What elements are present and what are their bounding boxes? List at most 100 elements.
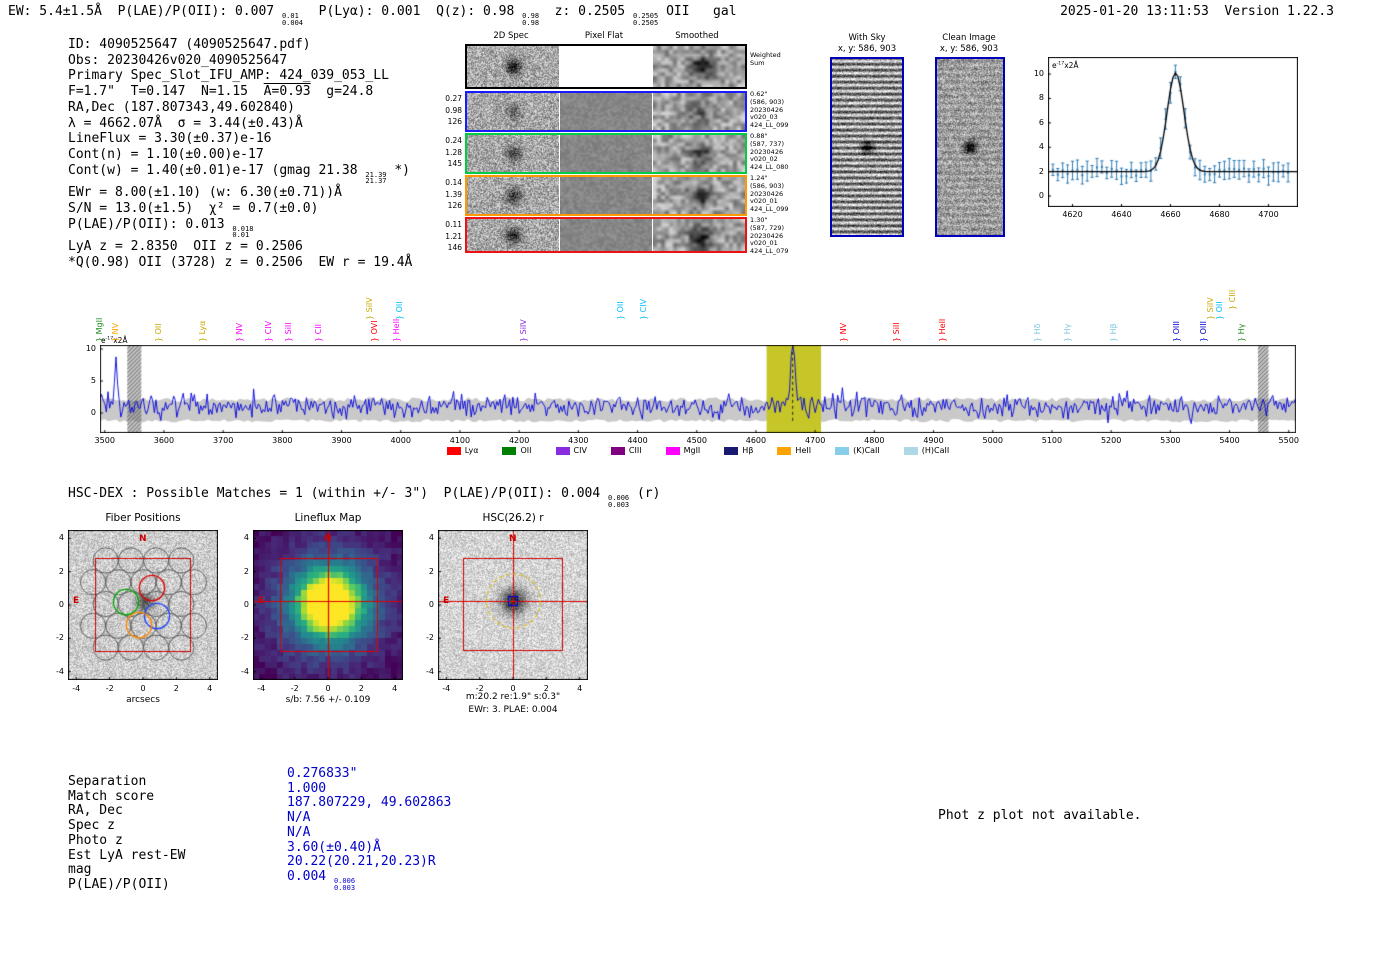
emission-line-label: } CII [314,324,324,342]
lineflux-ytick: -2 [241,633,249,643]
cutout-spec-image [467,177,559,214]
emission-line-label: } NV [839,322,849,342]
info-line: EWr = 8.00(±1.10) (w: 6.30(±0.71))Å [68,185,342,201]
spectrum-xtick: 4500 [686,436,707,445]
info-line: LineFlux = 3.30(±0.37)e-16 [68,131,272,147]
cutout-smooth-image [653,135,745,172]
legend-label: OII [520,446,532,455]
match-label: Photo z [68,832,123,848]
hsc-xtick: 4 [577,684,583,693]
fiber-ytick: 4 [58,533,64,543]
hsc-xtick: 0 [510,684,516,693]
emission-line-label: } Hδ [1033,323,1043,342]
legend-label: Lyα [464,446,479,455]
match-value: 0.276833" [287,766,358,781]
lineflux-ytick: 4 [243,533,249,543]
stacked-value: 0.2505 0.2505 [632,12,659,27]
legend-item: (H)CaII [903,446,949,455]
fit-xtick: 4620 [1062,210,1083,219]
fiber-north-label: N [139,534,147,544]
spectrum-ytick: 0 [90,408,96,417]
spectrum-xtick: 4800 [864,436,885,445]
fit-xtick: 4700 [1258,210,1279,219]
stacked-value: 0.98 0.98 [522,12,540,27]
spectrum-xtick: 3900 [331,436,352,445]
match-value: 1.000 [287,780,327,796]
spectrum-xtick: 5400 [1219,436,1240,445]
phot-z-note: Phot z plot not available. [938,808,1142,823]
lineflux-ytick: 2 [243,566,249,576]
fit-ytick: 2 [1038,166,1044,176]
emission-line-label: } OIII [1198,320,1208,342]
info-line: Obs: 20230426v020_4090525647 [68,52,288,68]
fit-ytick: 10 [1033,69,1044,79]
cutout-info: 1.30" (587, 729) 20230426 v020_01 424_LL… [750,216,789,256]
emission-line-label: } CIV [264,320,273,342]
match-value: 3.60(±0.40)Å [287,839,381,855]
spectrum-ytick: 10 [85,344,96,353]
spectrum-xtick: 4600 [745,436,767,445]
info-line: S/N = 13.0(±1.5) χ² = 0.7(±0.0) [68,200,319,216]
legend-item: Hβ [724,446,753,455]
spectrum-xtick: 5500 [1278,436,1299,445]
info-line: P(LAE)/P(OII): 0.013 0.018 0.01 [68,216,254,240]
lineflux-xtick: 4 [392,684,398,693]
hsc-east-label: E [443,596,450,606]
legend-swatch [665,446,680,455]
cutout-spec-image [467,93,559,130]
stacked-value: 0.018 0.01 [232,224,254,240]
spectrum-xtick: 3600 [153,436,175,445]
emission-line-label: } CIV [638,298,648,320]
match-label: mag [68,862,92,878]
match-value: 187.807229, 49.602863 [287,795,452,811]
spectrum-ytick: 5 [90,376,96,385]
fit-xtick: 4640 [1111,210,1132,219]
spectrum-xtick: 3700 [212,436,234,445]
cutout-col-header: 2D Spec [493,31,529,41]
fit-ytick: 6 [1038,117,1044,127]
cutout-smooth-image [653,93,745,130]
fiber-ytick: 2 [58,566,64,576]
emission-line-label: } MgII [94,317,104,342]
fit-xtick: 4680 [1209,210,1230,219]
lineflux-caption: s/b: 7.56 +/- 0.109 [285,695,371,705]
line-fit-plot [1048,57,1298,207]
match-label: Match score [68,788,155,804]
stacked-value: 21.39 21.37 [365,170,387,186]
cutout-info: 1.24" (586, 903) 20230426 v020_01 424_LL… [750,174,789,214]
hsc-caption-2: EWr: 3. PLAE: 0.004 [468,705,558,715]
fiber-ytick: -4 [56,666,64,676]
hsc-ytick: 0 [428,600,434,609]
cutout-spec-image [467,135,559,172]
emission-line-label: } NV [235,322,244,342]
with-sky-image [832,59,902,235]
spectrum-xtick: 4900 [923,436,944,445]
stacked-value: 0.006 0.003 [608,494,630,509]
lineflux-east-label: E [258,596,265,606]
match-label: Spec z [68,818,115,834]
info-line: Primary Spec_Slot_IFU_AMP: 424_039_053_L… [68,68,389,84]
timestamp-version: 2025-01-20 13:11:53 Version 1.22.3 [1060,4,1334,19]
spectrum-xtick: 4400 [627,436,648,445]
cutout-spec-image [467,219,559,251]
cutout-info: 0.88" (587, 737) 20230426 v020_02 424_LL… [750,132,789,172]
info-line: F=1.7" T=0.147 N=1.15 A=0.93 g=24.8 [68,84,374,100]
info-line: Cont(w) = 1.40(±0.01)e-17 (gmag 21.38 21… [68,162,410,186]
lineflux-ytick: -4 [241,666,249,676]
hsc-r-image-plot [438,530,588,680]
legend-label: CIV [573,446,587,455]
full-spectrum-plot [100,345,1296,433]
hsc-ytick: -4 [426,666,434,676]
fiber-ytick: -2 [56,633,64,643]
hsc-ytick: 2 [428,566,434,576]
cutout-spec-image [467,46,559,87]
legend-item: CIV [555,446,587,455]
clean-image-title: Clean Image [942,33,996,43]
legend-item: Lyα [446,446,479,455]
emission-line-label: } Hγ [1237,323,1247,342]
fit-plot-ylabel: e-17x2Å [1052,61,1079,70]
info-line: λ = 4662.07Å σ = 3.44(±0.43)Å [68,115,303,131]
lineflux-xtick: 0 [325,684,331,693]
emission-line-label: } OII [154,323,164,342]
spectrum-xtick: 5200 [1100,436,1122,445]
